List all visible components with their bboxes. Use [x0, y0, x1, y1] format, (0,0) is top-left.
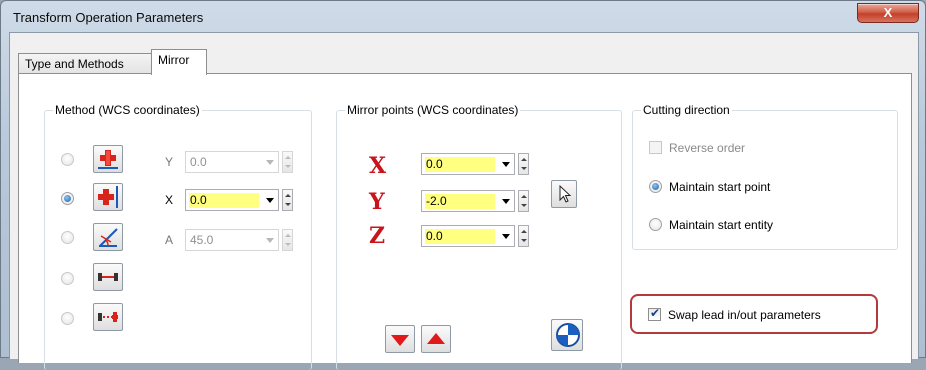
mirror-about-two-points-button[interactable] — [93, 303, 123, 331]
cutting-direction-group: Cutting direction Reverse order Maintain… — [632, 103, 898, 250]
method-x-spinner[interactable] — [282, 189, 293, 211]
mirror-about-line-icon — [98, 273, 118, 281]
tab-label: Mirror — [158, 53, 190, 67]
chevron-down-icon[interactable] — [266, 238, 274, 243]
method-a-spinner[interactable] — [282, 229, 293, 251]
chevron-down-icon[interactable] — [502, 234, 510, 239]
cursor-arrow-icon — [559, 184, 572, 203]
method-y-value: 0.0 — [190, 155, 207, 169]
mirror-point-x-label: X — [369, 153, 387, 179]
mirror-about-y-axis-button[interactable] — [93, 183, 123, 211]
tab-type-and-methods[interactable]: Type and Methods — [18, 53, 152, 75]
chevron-down-icon[interactable] — [266, 160, 274, 165]
mirror-about-x-axis-icon — [98, 150, 118, 169]
dialog-client: Type and Methods Mirror Method (WCS coor… — [9, 32, 919, 370]
close-button[interactable]: X — [857, 3, 919, 23]
method-x-value: 0.0 — [189, 193, 259, 208]
method-group-title: Method (WCS coordinates) — [53, 103, 202, 117]
mirror-point-y-label: Y — [369, 189, 385, 215]
method-x-label: X — [165, 193, 174, 207]
method-radio-mirror-x-axis[interactable] — [61, 153, 74, 166]
method-group: Method (WCS coordinates) Y 0.0 X 0.0 A 4… — [44, 103, 312, 370]
mirror-tab-panel: Method (WCS coordinates) Y 0.0 X 0.0 A 4… — [18, 73, 912, 370]
method-a-label: A — [165, 233, 174, 247]
mirror-point-z-combo[interactable]: 0.0 — [421, 225, 515, 247]
mirror-point-x-combo[interactable]: 0.0 — [421, 153, 515, 175]
maintain-start-entity-label: Maintain start entity — [669, 218, 774, 232]
chevron-down-icon[interactable] — [266, 198, 274, 203]
mirror-points-title: Mirror points (WCS coordinates) — [345, 103, 521, 117]
wcs-origin-button[interactable] — [551, 319, 583, 351]
arrow-up-icon — [427, 333, 445, 344]
tab-mirror[interactable]: Mirror — [151, 49, 207, 75]
mirror-about-two-points-icon — [98, 312, 118, 322]
mirror-about-angle-icon — [99, 228, 118, 247]
move-up-button[interactable] — [421, 325, 451, 353]
maintain-start-point-label: Maintain start point — [669, 180, 771, 194]
arrow-down-icon — [391, 335, 409, 346]
move-down-button[interactable] — [385, 325, 415, 353]
method-radio-mirror-line[interactable] — [61, 272, 74, 285]
mirror-about-y-axis-icon — [98, 186, 118, 208]
mirror-about-angle-button[interactable] — [93, 223, 123, 251]
highlight-annotation — [630, 294, 878, 334]
method-y-combo[interactable]: 0.0 — [185, 151, 279, 173]
maintain-start-point-radio[interactable] — [649, 180, 662, 193]
method-a-combo[interactable]: 45.0 — [185, 229, 279, 251]
method-a-value: 45.0 — [190, 233, 214, 247]
method-y-spinner[interactable] — [282, 151, 293, 173]
method-x-combo[interactable]: 0.0 — [185, 189, 279, 211]
mirror-point-z-spinner[interactable] — [518, 225, 529, 247]
title-bar[interactable]: Transform Operation Parameters X — [1, 1, 926, 33]
mirror-about-x-axis-button[interactable] — [93, 145, 123, 173]
method-y-label: Y — [165, 155, 174, 169]
mirror-point-z-label: Z — [369, 223, 386, 249]
mirror-point-y-combo[interactable]: -2.0 — [421, 190, 515, 212]
reverse-order-label: Reverse order — [669, 141, 746, 155]
method-radio-mirror-two-points[interactable] — [61, 312, 74, 325]
origin-target-icon — [556, 323, 580, 347]
select-point-button[interactable] — [551, 180, 577, 208]
window-title: Transform Operation Parameters — [13, 10, 204, 25]
mirror-about-line-button[interactable] — [93, 263, 123, 291]
close-icon: X — [883, 5, 893, 20]
mirror-points-group: Mirror points (WCS coordinates) X 0.0 Y … — [336, 103, 622, 370]
mirror-point-y-spinner[interactable] — [518, 190, 529, 212]
reverse-order-checkbox[interactable] — [649, 141, 662, 154]
chevron-down-icon[interactable] — [502, 162, 510, 167]
method-radio-mirror-angle[interactable] — [61, 231, 74, 244]
mirror-point-y-value: -2.0 — [425, 194, 495, 209]
chevron-down-icon[interactable] — [502, 199, 510, 204]
dialog-window: Transform Operation Parameters X Type an… — [0, 0, 926, 370]
mirror-point-x-value: 0.0 — [425, 157, 495, 172]
method-radio-mirror-y-axis[interactable] — [61, 192, 74, 205]
maintain-start-entity-radio[interactable] — [649, 218, 662, 231]
cutting-direction-title: Cutting direction — [641, 103, 732, 117]
mirror-point-z-value: 0.0 — [425, 229, 495, 244]
tab-label: Type and Methods — [25, 57, 124, 71]
mirror-point-x-spinner[interactable] — [518, 153, 529, 175]
